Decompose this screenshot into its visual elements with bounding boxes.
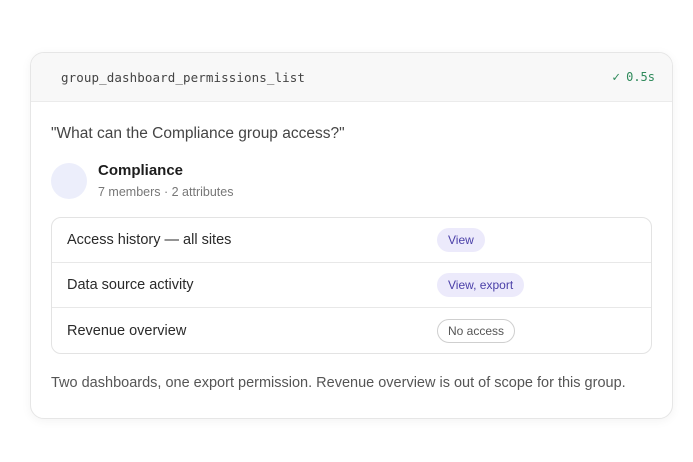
tool-result-card: group_dashboard_permissions_list ✓ 0.5s … xyxy=(30,52,673,419)
result-body: "What can the Compliance group access?" … xyxy=(31,102,672,393)
user-query: "What can the Compliance group access?" xyxy=(51,125,345,142)
table-row: Access history — all sites View xyxy=(52,218,651,263)
access-badge: View, export xyxy=(437,273,525,297)
tool-call-header: group_dashboard_permissions_list ✓ 0.5s xyxy=(31,53,672,102)
duration-label: 0.5s xyxy=(626,70,655,84)
function-name: group_dashboard_permissions_list xyxy=(61,69,306,85)
avatar xyxy=(51,162,87,199)
dashboard-name: Data source activity xyxy=(67,277,194,293)
dashboard-name: Revenue overview xyxy=(67,322,187,339)
table-row: Revenue overview No access xyxy=(52,308,651,353)
summary-text: Two dashboards, one export permission. R… xyxy=(51,375,626,391)
permissions-table: Access history — all sites View Data sou… xyxy=(51,217,652,354)
check-icon: ✓ xyxy=(612,69,621,85)
group-name: Compliance xyxy=(98,162,184,179)
access-badge: View xyxy=(437,228,485,252)
access-badge: No access xyxy=(437,318,516,343)
group-info: Compliance 7 members · 2 attributes xyxy=(51,161,652,200)
group-meta: 7 members · 2 attributes xyxy=(98,185,234,199)
group-text: Compliance 7 members · 2 attributes xyxy=(98,161,233,200)
table-row: Data source activity View, export xyxy=(52,263,651,308)
dashboard-name: Access history — all sites xyxy=(67,232,232,248)
status-indicator: ✓ 0.5s xyxy=(612,70,655,85)
